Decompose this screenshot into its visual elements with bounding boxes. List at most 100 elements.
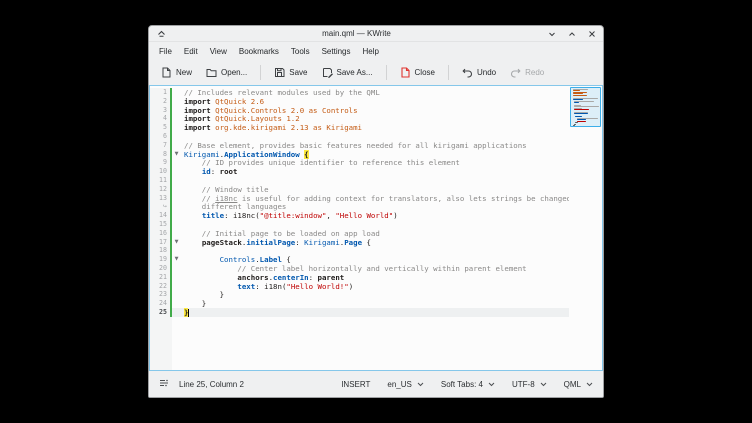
save-button[interactable]: Save: [268, 64, 313, 81]
code-line[interactable]: 21 anchors.centerIn: parent: [150, 273, 569, 282]
gutter-tail: [150, 317, 569, 370]
tab-mode-selector-label: Soft Tabs: 4: [441, 380, 483, 389]
code-line[interactable]: ↪ different languages: [150, 202, 569, 211]
code-line[interactable]: 11: [150, 176, 569, 185]
code-line[interactable]: 13 // i18nc is useful for adding context…: [150, 194, 569, 203]
code-text: }: [181, 299, 569, 308]
toolbar-button-label: Redo: [525, 68, 544, 77]
minimap-slider[interactable]: [570, 87, 601, 127]
syntax-mode-selector-label: QML: [564, 380, 581, 389]
code-line[interactable]: 8▼Kirigami.ApplicationWindow {: [150, 150, 569, 159]
menu-item-file[interactable]: File: [153, 45, 178, 58]
insert-mode-indicator[interactable]: INSERT: [341, 380, 370, 389]
fold-column: [172, 273, 181, 282]
code-text: import org.kde.kirigami 2.13 as Kirigami: [181, 123, 569, 132]
code-text: text: i18n("Hello World!"): [181, 282, 569, 291]
minimize-button[interactable]: [547, 29, 556, 38]
text-cursor: [188, 309, 189, 317]
fold-arrow-icon[interactable]: ▼: [172, 255, 181, 264]
code-line[interactable]: 18: [150, 246, 569, 255]
toolbar-button-label: Save: [289, 68, 307, 77]
code-line[interactable]: 10 id: root: [150, 167, 569, 176]
code-line[interactable]: 24 }: [150, 299, 569, 308]
close-button[interactable]: [587, 29, 596, 38]
fold-column: [172, 106, 181, 115]
statusbar-right: INSERT en_US Soft Tabs: 4 UTF-8 QML: [341, 380, 593, 389]
dictionary-selector[interactable]: en_US: [387, 380, 423, 389]
menu-item-view[interactable]: View: [204, 45, 233, 58]
line-ending-icon[interactable]: [159, 379, 169, 390]
code-line[interactable]: 15: [150, 220, 569, 229]
code-text: }: [181, 290, 569, 299]
save-icon: [274, 67, 285, 78]
code-text: }: [181, 308, 569, 317]
line-number: 14: [150, 211, 170, 220]
menu-item-bookmarks[interactable]: Bookmarks: [233, 45, 285, 58]
code-line[interactable]: 9 // ID provides unique identifier to re…: [150, 158, 569, 167]
minimap-line: [573, 125, 575, 126]
editor-view[interactable]: 1// Includes relevant modules used by th…: [149, 85, 603, 371]
code-line[interactable]: 2import QtQuick 2.6: [150, 97, 569, 106]
fold-arrow-icon[interactable]: ▼: [172, 150, 181, 159]
fold-column: [172, 202, 181, 211]
line-number: 16: [150, 229, 170, 238]
code-line[interactable]: 17▼ pageStack.initialPage: Kirigami.Page…: [150, 238, 569, 247]
close-button[interactable]: Close: [394, 64, 441, 81]
menu-item-tools[interactable]: Tools: [285, 45, 316, 58]
code-line[interactable]: 12 // Window title: [150, 185, 569, 194]
undo-button[interactable]: Undo: [456, 64, 502, 81]
fold-column: [172, 211, 181, 220]
code-line[interactable]: 1// Includes relevant modules used by th…: [150, 88, 569, 97]
menu-item-settings[interactable]: Settings: [316, 45, 357, 58]
encoding-selector[interactable]: UTF-8: [512, 380, 547, 389]
code-line[interactable]: 6: [150, 132, 569, 141]
fold-column: [172, 246, 181, 255]
save-as-button[interactable]: Save As...: [316, 64, 379, 81]
code-area[interactable]: 1// Includes relevant modules used by th…: [150, 86, 569, 370]
code-line[interactable]: 5import org.kde.kirigami 2.13 as Kirigam…: [150, 123, 569, 132]
code-line[interactable]: 19▼ Controls.Label {: [150, 255, 569, 264]
code-text: Kirigami.ApplicationWindow {: [181, 150, 569, 159]
fold-arrow-icon[interactable]: ▼: [172, 238, 181, 247]
insert-mode-indicator-label: INSERT: [341, 380, 370, 389]
toolbar-separator: [260, 65, 261, 80]
menu-item-edit[interactable]: Edit: [178, 45, 204, 58]
line-number: 25: [150, 308, 170, 317]
code-text: [181, 220, 569, 229]
code-line[interactable]: 16 // Initial page to be loaded on app l…: [150, 229, 569, 238]
line-number: 23: [150, 290, 170, 299]
keep-above-icon: [156, 29, 166, 39]
undo-icon: [462, 67, 473, 78]
fold-column: [172, 229, 181, 238]
toolbar-button-label: Save As...: [337, 68, 373, 77]
line-number: 8: [150, 150, 170, 159]
code-line[interactable]: 4import QtQuick.Layouts 1.2: [150, 114, 569, 123]
maximize-button[interactable]: [567, 29, 576, 38]
new-button[interactable]: New: [155, 64, 198, 81]
titlebar[interactable]: main.qml — KWrite: [149, 26, 603, 42]
code-line[interactable]: 20 // Center label horizontally and vert…: [150, 264, 569, 273]
code-line[interactable]: 14 title: i18nc("@title:window", "Hello …: [150, 211, 569, 220]
line-number: 2: [150, 97, 170, 106]
scrollbar-track[interactable]: [569, 86, 602, 370]
syntax-mode-selector[interactable]: QML: [564, 380, 593, 389]
line-number: 3: [150, 106, 170, 115]
code-text: // Window title: [181, 185, 569, 194]
cursor-position[interactable]: Line 25, Column 2: [179, 380, 244, 389]
open-button[interactable]: Open...: [200, 64, 253, 81]
minimap-line: [577, 121, 587, 122]
dictionary-selector-label: en_US: [387, 380, 411, 389]
line-number: 20: [150, 264, 170, 273]
code-line[interactable]: 23 }: [150, 290, 569, 299]
toolbar-button-label: Undo: [477, 68, 496, 77]
code-text: Controls.Label {: [181, 255, 569, 264]
code-line[interactable]: 3import QtQuick.Controls 2.0 as Controls: [150, 106, 569, 115]
toolbar-button-label: Open...: [221, 68, 247, 77]
code-line[interactable]: 22 text: i18n("Hello World!"): [150, 282, 569, 291]
fold-column: [172, 176, 181, 185]
menu-item-help[interactable]: Help: [357, 45, 385, 58]
tab-mode-selector[interactable]: Soft Tabs: 4: [441, 380, 495, 389]
code-line[interactable]: 7// Base element, provides basic feature…: [150, 141, 569, 150]
code-line[interactable]: 25}: [150, 308, 569, 317]
line-number: 12: [150, 185, 170, 194]
